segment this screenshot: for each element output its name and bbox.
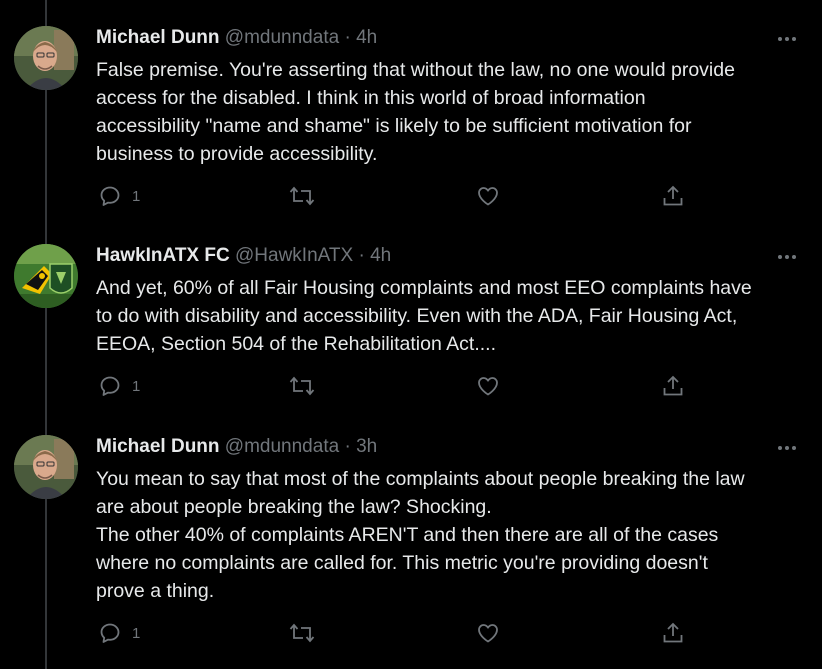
share-icon xyxy=(663,185,683,206)
tweet-text-line: False premise. You're asserting that wit… xyxy=(96,59,735,81)
more-button[interactable] xyxy=(770,30,804,48)
tweet-text: You mean to say that most of the complai… xyxy=(96,465,808,605)
reply-icon xyxy=(100,376,120,396)
tweet-actions: 1 xyxy=(0,618,822,648)
tweet-text-line: accessibility "name and shame" is likely… xyxy=(96,115,692,137)
reply-button[interactable]: 1 xyxy=(98,371,140,401)
retweet-icon xyxy=(289,623,315,643)
reply-count: 1 xyxy=(132,624,141,642)
tweet-actions: 1 xyxy=(0,181,822,211)
display-name[interactable]: HawkInATX FC xyxy=(96,245,230,266)
share-button[interactable] xyxy=(661,371,685,401)
display-name[interactable]: Michael Dunn xyxy=(96,436,220,457)
tweet-text-line: where no complaints are called for. This… xyxy=(96,552,708,574)
like-button[interactable] xyxy=(476,181,500,211)
tweet-text-line: are about people breaking the law? Shock… xyxy=(96,496,492,518)
heart-icon xyxy=(478,187,498,206)
tweet-header: Michael Dunn @mdunndata · 4h xyxy=(96,26,377,50)
retweet-button[interactable] xyxy=(288,618,316,648)
reply-icon xyxy=(100,186,120,206)
tweet-text-line: And yet, 60% of all Fair Housing complai… xyxy=(96,277,752,299)
share-icon xyxy=(663,622,683,643)
retweet-button[interactable] xyxy=(288,181,316,211)
reply-count: 1 xyxy=(132,187,141,205)
user-handle[interactable]: @mdunndata xyxy=(225,436,339,457)
tweet-text: False premise. You're asserting that wit… xyxy=(96,56,808,168)
tweet-text-line: You mean to say that most of the complai… xyxy=(96,468,745,490)
more-icon xyxy=(778,37,782,41)
tweet-text-line: to do with disability and accessibility.… xyxy=(96,305,738,327)
user-handle[interactable]: @HawkInATX xyxy=(235,245,353,266)
tweet-header: HawkInATX FC @HawkInATX · 4h xyxy=(96,244,391,268)
more-button[interactable] xyxy=(770,439,804,457)
avatar[interactable] xyxy=(14,435,78,499)
more-button[interactable] xyxy=(770,248,804,266)
heart-icon xyxy=(478,377,498,396)
display-name[interactable]: Michael Dunn xyxy=(96,27,220,48)
tweet-text-line: access for the disabled. I think in this… xyxy=(96,87,646,109)
tweet-header: Michael Dunn @mdunndata · 3h xyxy=(96,435,377,459)
avatar[interactable] xyxy=(14,244,78,308)
reply-button[interactable]: 1 xyxy=(98,181,140,211)
timestamp[interactable]: 4h xyxy=(370,245,391,266)
like-button[interactable] xyxy=(476,371,500,401)
more-icon xyxy=(778,255,782,259)
tweet-text-line: The other 40% of complaints AREN'T and t… xyxy=(96,524,719,546)
tweet-text: And yet, 60% of all Fair Housing complai… xyxy=(96,274,808,358)
tweet-text-line: prove a thing. xyxy=(96,580,215,602)
share-button[interactable] xyxy=(661,618,685,648)
share-icon xyxy=(663,375,683,396)
reply-button[interactable]: 1 xyxy=(98,618,140,648)
separator: · xyxy=(344,436,351,457)
share-button[interactable] xyxy=(661,181,685,211)
tweet-text-line: business to provide accessibility. xyxy=(96,143,378,165)
more-icon xyxy=(778,446,782,450)
reply-count: 1 xyxy=(132,377,141,395)
retweet-icon xyxy=(289,186,315,206)
reply-icon xyxy=(100,623,120,643)
like-button[interactable] xyxy=(476,618,500,648)
retweet-button[interactable] xyxy=(288,371,316,401)
tweet-actions: 1 xyxy=(0,371,822,401)
retweet-icon xyxy=(289,376,315,396)
thread-line xyxy=(45,0,47,669)
separator: · xyxy=(358,245,365,266)
separator: · xyxy=(344,27,351,48)
tweet-text-line: EEOA, Section 504 of the Rehabilitation … xyxy=(96,333,496,355)
avatar[interactable] xyxy=(14,26,78,90)
timestamp[interactable]: 4h xyxy=(356,27,377,48)
timestamp[interactable]: 3h xyxy=(356,436,377,457)
heart-icon xyxy=(478,624,498,643)
user-handle[interactable]: @mdunndata xyxy=(225,27,339,48)
